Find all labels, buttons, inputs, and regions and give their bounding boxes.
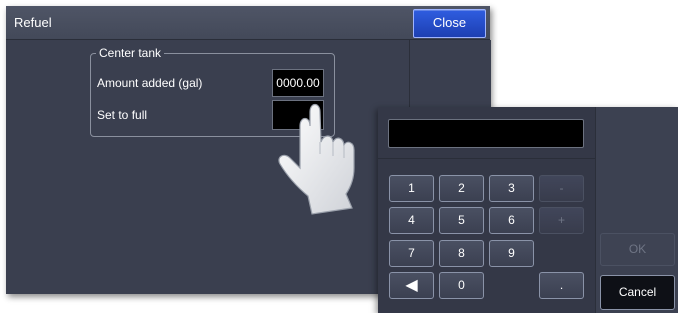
dialog-titlebar: Refuel Close [6,6,490,40]
key-4[interactable]: 4 [389,207,434,234]
keypad-display [388,119,584,148]
key-8[interactable]: 8 [439,240,484,267]
key-1[interactable]: 1 [389,175,434,202]
cancel-button[interactable]: Cancel [600,275,675,310]
numeric-keypad: 1 2 3 - 4 5 6 + 7 8 9 ◀ 0 . OK Cancel [378,107,678,313]
set-to-full-label: Set to full [97,108,148,122]
key-6[interactable]: 6 [489,207,534,234]
key-9[interactable]: 9 [489,240,534,267]
backspace-icon: ◀ [405,277,418,294]
key-7[interactable]: 7 [389,240,434,267]
close-button[interactable]: Close [413,9,486,38]
key-2[interactable]: 2 [439,175,484,202]
key-decimal[interactable]: . [539,272,584,299]
backspace-key[interactable]: ◀ [389,272,434,299]
ok-button[interactable]: OK [600,233,675,266]
group-legend: Center tank [96,46,165,60]
key-minus[interactable]: - [539,175,584,202]
amount-added-label: Amount added (gal) [97,76,203,90]
key-5[interactable]: 5 [439,207,484,234]
hand-pointer-icon [278,103,355,215]
key-plus[interactable]: + [539,207,584,234]
key-0[interactable]: 0 [439,272,484,299]
keypad-divider [378,158,595,159]
key-3[interactable]: 3 [489,175,534,202]
dialog-title: Refuel [14,15,52,30]
keypad-keys-pane: 1 2 3 - 4 5 6 + 7 8 9 ◀ 0 . [378,107,595,313]
